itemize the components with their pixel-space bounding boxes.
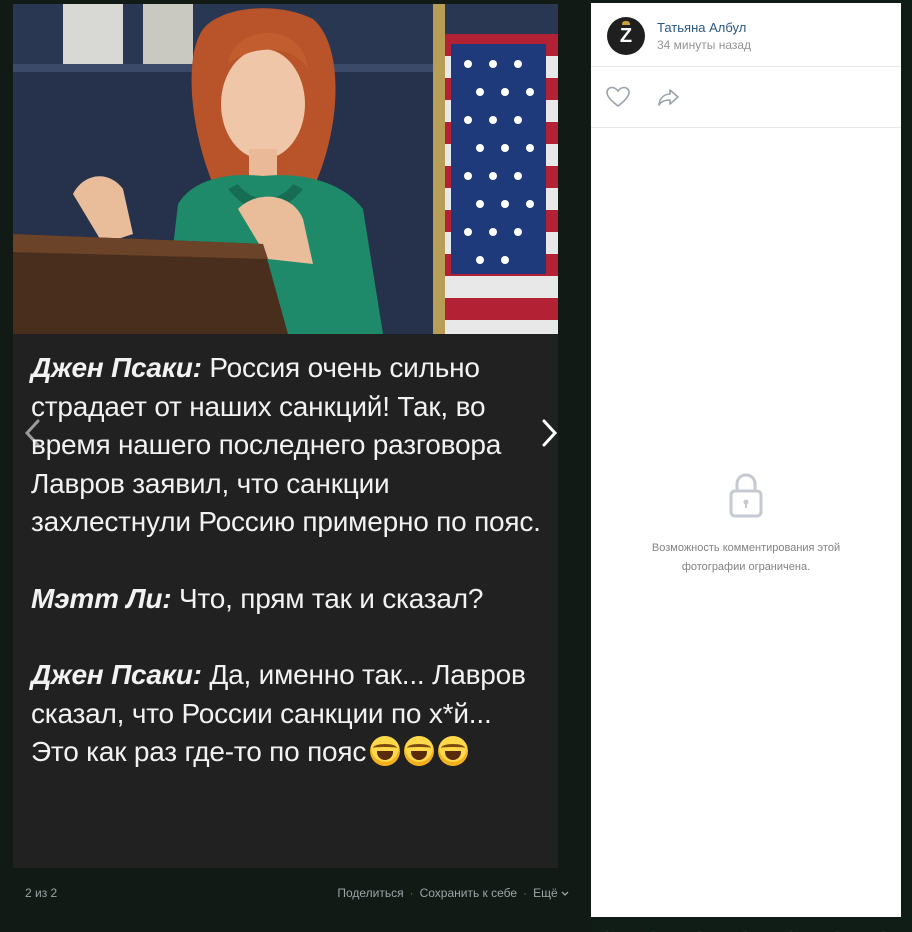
photo-info-panel: Z Татьяна Албул 34 минуты назад Возможно… — [591, 3, 901, 917]
share-link[interactable]: Поделиться — [337, 886, 403, 900]
speaker-name: Джен Псаки: — [31, 659, 202, 690]
like-button[interactable] — [605, 85, 631, 109]
save-link[interactable]: Сохранить к себе — [420, 886, 518, 900]
separator: · — [409, 886, 414, 900]
comments-restricted: Возможность комментирования этой фотогра… — [591, 471, 901, 577]
share-button[interactable] — [656, 85, 682, 109]
post-time[interactable]: 34 минуты назад — [657, 38, 751, 52]
more-label: Ещё — [533, 886, 558, 900]
speaker-name: Джен Псаки: — [31, 352, 202, 383]
meme-image: Джен Псаки: Россия очень сильно страдает… — [13, 4, 558, 868]
meme-text: Джен Псаки: Россия очень сильно страдает… — [31, 349, 546, 810]
laughing-emoji-icon — [370, 736, 401, 766]
laughing-emoji-icon — [404, 736, 435, 766]
viewer-actions: Поделиться · Сохранить к себе · Ещё — [337, 886, 569, 900]
chevron-left-icon[interactable] — [22, 418, 42, 454]
lock-icon — [729, 473, 763, 518]
avatar[interactable]: Z — [607, 17, 645, 55]
meme-paragraph: Мэтт Ли: Что, прям так и сказал? — [31, 580, 546, 619]
divider — [591, 127, 901, 128]
photo-viewer: Джен Псаки: Россия очень сильно страдает… — [0, 0, 591, 932]
meme-photo — [13, 4, 558, 334]
author-block: Z Татьяна Албул 34 минуты назад — [607, 17, 887, 57]
quote-text: Что, прям так и сказал? — [171, 582, 484, 614]
share-arrow-icon — [658, 89, 679, 106]
restricted-message: Возможность комментирования этой фотогра… — [651, 542, 841, 573]
chevron-down-icon — [561, 891, 569, 896]
divider — [591, 66, 901, 67]
viewer-bottom-bar: 2 из 2 Поделиться · Сохранить к себе · Ещё — [0, 868, 591, 918]
heart-icon — [606, 86, 630, 108]
press-briefing-photo — [13, 4, 558, 334]
author-name-link[interactable]: Татьяна Албул — [657, 20, 746, 35]
chevron-right-icon[interactable] — [540, 418, 560, 454]
separator: · — [523, 886, 528, 900]
photo-counter: 2 из 2 — [25, 886, 58, 900]
more-link[interactable]: Ещё — [533, 886, 569, 900]
meme-paragraph: Джен Псаки: Россия очень сильно страдает… — [31, 349, 546, 542]
meme-paragraph: Джен Псаки: Да, именно так... Лавров ска… — [31, 656, 546, 772]
avatar-letter: Z — [619, 24, 633, 47]
laughing-emoji-icon — [438, 736, 469, 766]
speaker-name: Мэтт Ли: — [31, 582, 172, 614]
